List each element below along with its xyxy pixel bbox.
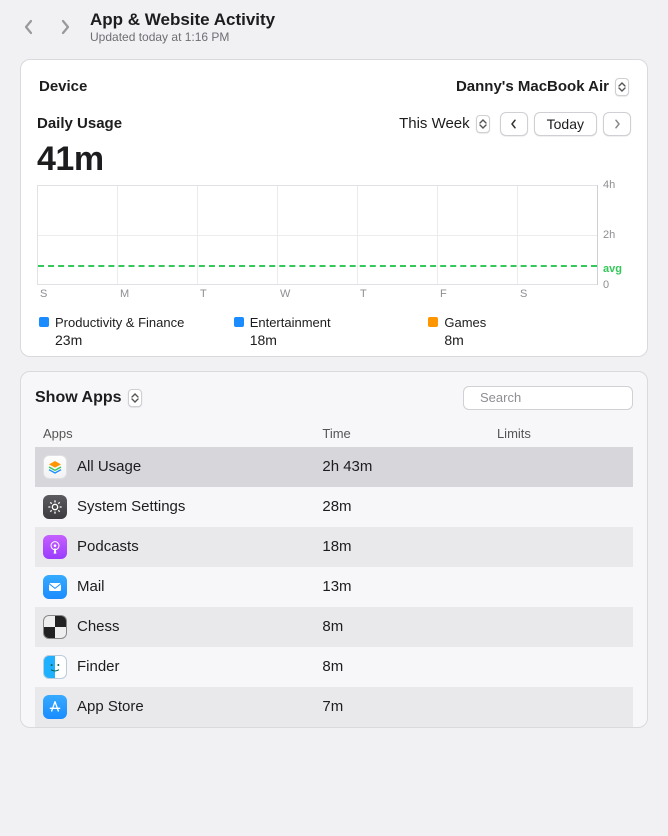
chart-day-col[interactable]: T [197,186,277,284]
chess-icon [43,615,67,639]
chart-day-col[interactable]: S [517,186,597,284]
x-tick: S [40,284,47,300]
stepper-icon [476,115,490,133]
device-label: Device [39,78,87,95]
legend-value: 23m [55,332,234,348]
app-time: 18m [322,538,497,555]
table-row[interactable]: Podcasts 18m [35,527,633,567]
table-header: Apps Time Limits [35,420,633,447]
col-limits: Limits [497,426,625,441]
chevron-left-icon [23,19,35,35]
legend-swatch [39,317,49,327]
chevron-right-icon [613,118,622,130]
x-tick: W [280,284,290,300]
show-apps-select[interactable]: Show Apps [35,389,142,407]
table-row[interactable]: Chess 8m [35,607,633,647]
app-time: 8m [322,618,497,635]
app-name: All Usage [77,458,141,475]
usage-total: 41m [37,140,631,179]
today-button[interactable]: Today [534,112,597,136]
page-subtitle: Updated today at 1:16 PM [90,30,275,44]
forward-button[interactable] [54,16,76,38]
legend-label: Productivity & Finance [55,315,184,330]
x-tick: M [120,284,129,300]
legend-item[interactable]: Games 8m [428,315,629,348]
app-time: 8m [322,658,497,675]
podcast-icon [43,535,67,559]
gear-icon [43,495,67,519]
chart-day-col[interactable]: M [117,186,197,284]
apps-table-card: Show Apps Apps Time Limits All Usage 2h 4… [20,371,648,728]
legend-label: Games [444,315,486,330]
app-name: Podcasts [77,538,139,555]
search-input[interactable] [478,389,658,406]
legend-swatch [234,317,244,327]
finder-icon [43,655,67,679]
app-name: System Settings [77,498,185,515]
chevron-left-icon [509,118,518,130]
app-name: Finder [77,658,120,675]
legend-value: 8m [444,332,629,348]
table-row[interactable]: Finder 8m [35,647,633,687]
next-period-button[interactable] [603,112,631,136]
x-tick: T [200,284,207,300]
stepper-icon [128,389,142,407]
search-field[interactable] [463,386,633,410]
legend-value: 18m [250,332,429,348]
table-row[interactable]: System Settings 28m [35,487,633,527]
usage-chart: SMTWTFS [37,185,597,285]
usage-card: Device Danny's MacBook Air Daily Usage T… [20,59,648,357]
app-name: App Store [77,698,144,715]
x-tick: S [520,284,527,300]
chart-day-col[interactable]: W [277,186,357,284]
prev-period-button[interactable] [500,112,528,136]
appstore-icon [43,695,67,719]
y-axis: 4h 2h avg 0 [597,185,631,285]
x-tick: F [440,284,447,300]
stack-icon [43,455,67,479]
app-time: 7m [322,698,497,715]
device-select[interactable]: Danny's MacBook Air [456,78,629,96]
mail-icon [43,575,67,599]
app-time: 13m [322,578,497,595]
chart-day-col[interactable]: F [437,186,517,284]
page-title: App & Website Activity [90,10,275,30]
daily-usage-label: Daily Usage [37,115,122,132]
col-time: Time [322,426,497,441]
back-button[interactable] [18,16,40,38]
stepper-icon [615,78,629,96]
app-time: 2h 43m [322,458,497,475]
legend-swatch [428,317,438,327]
table-row[interactable]: App Store 7m [35,687,633,727]
app-name: Mail [77,578,105,595]
chart-day-col[interactable]: S [38,186,117,284]
col-apps: Apps [43,426,322,441]
legend-item[interactable]: Entertainment 18m [234,315,429,348]
chevron-right-icon [59,19,71,35]
app-name: Chess [77,618,120,635]
x-tick: T [360,284,367,300]
app-time: 28m [322,498,497,515]
legend-label: Entertainment [250,315,331,330]
chart-day-col[interactable]: T [357,186,437,284]
legend-item[interactable]: Productivity & Finance 23m [39,315,234,348]
table-row[interactable]: Mail 13m [35,567,633,607]
table-row[interactable]: All Usage 2h 43m [35,447,633,487]
range-select[interactable]: This Week [399,115,490,133]
